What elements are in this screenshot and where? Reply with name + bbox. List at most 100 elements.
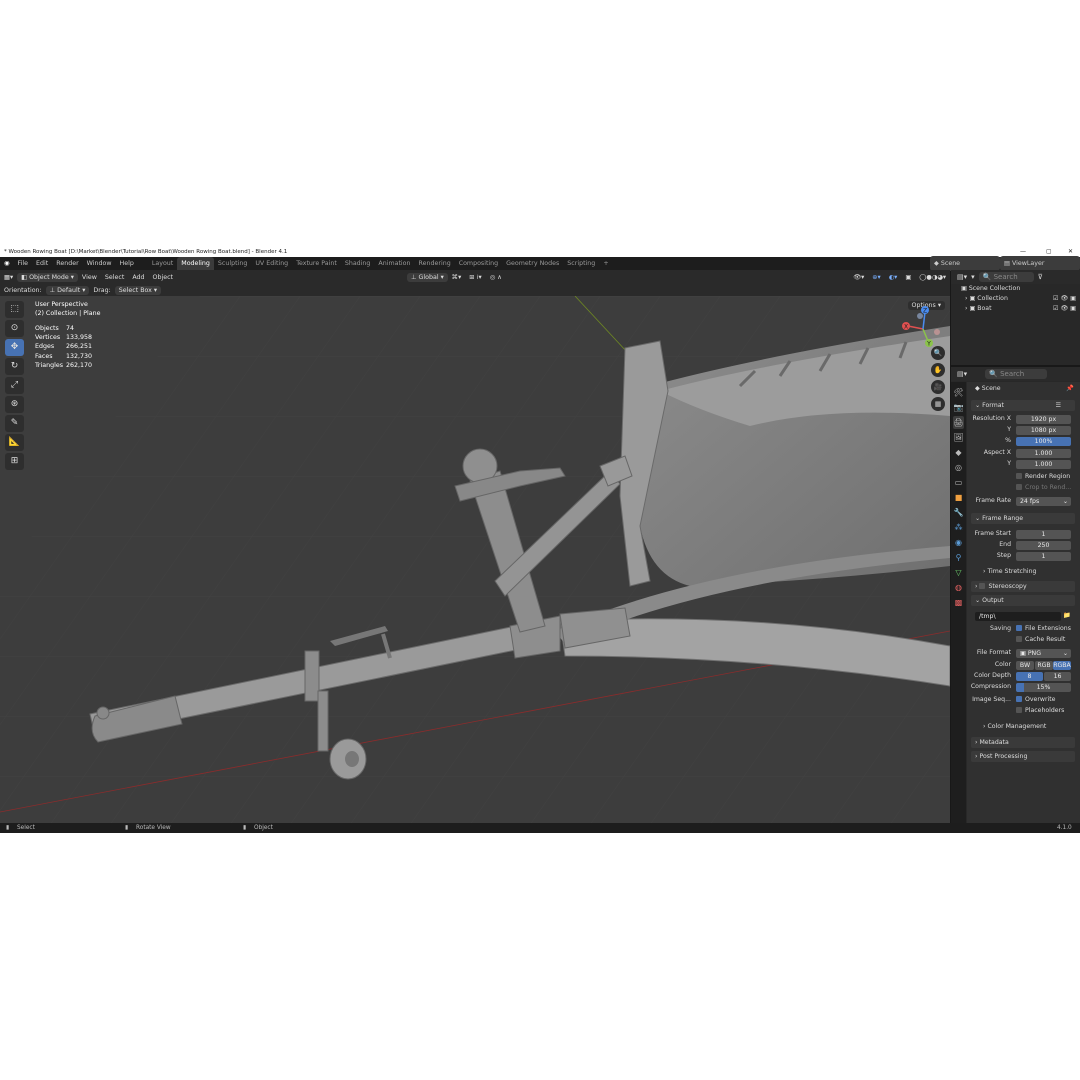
visibility-toggle-icon[interactable]: ☑ 👁 ▣ xyxy=(1053,294,1076,304)
transform-tool-icon[interactable]: ⊛ xyxy=(5,396,24,413)
pan-hand-icon[interactable]: ✋ xyxy=(931,363,945,377)
overlay-toggle-icon[interactable]: ◐▾ xyxy=(885,274,902,281)
depth-8-option[interactable]: 8 xyxy=(1016,671,1043,681)
menu-object[interactable]: Object xyxy=(149,274,178,281)
pin-icon[interactable]: 📌 xyxy=(1066,384,1074,394)
tab-shading[interactable]: Shading xyxy=(341,257,375,270)
cursor-tool-icon[interactable]: ⊙ xyxy=(5,320,24,337)
tab-compositing[interactable]: Compositing xyxy=(455,257,502,270)
constraints-tab-icon[interactable]: ⚲ xyxy=(953,551,964,564)
resolution-y-field[interactable]: 1080 px xyxy=(1016,425,1071,435)
add-cube-tool-icon[interactable]: ⊞ xyxy=(5,453,24,470)
frame-range-panel-header[interactable]: ⌄ Frame Range xyxy=(971,513,1075,524)
frame-step-field[interactable]: 1 xyxy=(1016,551,1071,561)
post-processing-panel-header[interactable]: › Post Processing xyxy=(971,751,1075,762)
move-tool-icon[interactable]: ✥ xyxy=(5,339,24,356)
snap-icon[interactable]: ⊞ ⁞▾ xyxy=(465,274,485,281)
menu-view[interactable]: View xyxy=(78,274,101,281)
scale-tool-icon[interactable]: ⤢ xyxy=(5,377,24,394)
menu-add[interactable]: Add xyxy=(128,274,148,281)
properties-editor-icon[interactable]: ▤▾ xyxy=(957,370,967,378)
frame-start-field[interactable]: 1 xyxy=(1016,529,1071,539)
menu-window[interactable]: Window xyxy=(83,257,116,270)
cache-result-checkbox[interactable]: Cache Result xyxy=(967,635,1080,645)
file-format-dropdown[interactable]: ▣ PNG ⌄ xyxy=(1016,648,1071,658)
rotate-tool-icon[interactable]: ↻ xyxy=(5,358,24,375)
add-workspace-button[interactable]: + xyxy=(599,257,612,270)
aspect-y-field[interactable]: 1.000 xyxy=(1016,459,1071,469)
stereoscopy-panel-header[interactable]: › Stereoscopy xyxy=(971,581,1075,592)
depth-16-option[interactable]: 16 xyxy=(1044,671,1071,681)
mode-selector[interactable]: ◧ Object Mode ▾ xyxy=(17,272,78,282)
outliner-row-boat[interactable]: › ▣ Boat ☑ 👁 ▣ xyxy=(951,304,1080,314)
view-layer-tab-icon[interactable]: 🖼 xyxy=(953,431,964,444)
frame-end-field[interactable]: 250 xyxy=(1016,540,1071,550)
aspect-x-field[interactable]: 1.000 xyxy=(1016,448,1071,458)
drag-dropdown[interactable]: Select Box ▾ xyxy=(114,285,162,295)
world-tab-icon[interactable]: ◎ xyxy=(953,461,964,474)
tab-texture-paint[interactable]: Texture Paint xyxy=(292,257,341,270)
tab-sculpting[interactable]: Sculpting xyxy=(214,257,251,270)
color-bw-option[interactable]: BW xyxy=(1016,660,1034,670)
folder-icon[interactable]: 📁 xyxy=(1063,611,1071,621)
compression-slider[interactable]: 15% xyxy=(1016,682,1071,692)
xray-icon[interactable]: ▣ xyxy=(901,274,915,281)
file-extensions-checkbox[interactable]: Saving File Extensions xyxy=(967,624,1080,634)
menu-file[interactable]: File xyxy=(14,257,33,270)
tab-modeling[interactable]: Modeling xyxy=(177,257,214,270)
render-tab-icon[interactable]: 📷 xyxy=(953,401,964,414)
presets-icon[interactable]: ☰ xyxy=(1055,400,1061,411)
texture-tab-icon[interactable]: ▩ xyxy=(953,596,964,609)
blender-logo-icon[interactable]: ◉ xyxy=(0,257,14,270)
output-tab-icon[interactable]: 🖨 xyxy=(953,416,964,429)
tab-geometry-nodes[interactable]: Geometry Nodes xyxy=(502,257,563,270)
outliner-row-scene-collection[interactable]: ▣ Scene Collection xyxy=(951,284,1080,294)
placeholders-checkbox[interactable]: Placeholders xyxy=(967,706,1080,716)
measure-tool-icon[interactable]: 📐 xyxy=(5,434,24,451)
crop-checkbox[interactable]: Crop to Rend... xyxy=(967,483,1080,493)
modifier-tab-icon[interactable]: 🔧 xyxy=(953,506,964,519)
viewlayer-selector[interactable]: ▤ ViewLayer xyxy=(1000,256,1080,271)
output-path-field[interactable]: /tmp\ xyxy=(975,611,1061,621)
resolution-x-field[interactable]: 1920 px xyxy=(1016,414,1071,424)
render-region-checkbox[interactable]: Render Region xyxy=(967,472,1080,482)
transform-orientation[interactable]: ⊥ Global ▾ xyxy=(407,272,448,282)
properties-search[interactable]: 🔍 Search xyxy=(985,369,1048,379)
orientation-dropdown[interactable]: ⊥ Default ▾ xyxy=(45,285,90,295)
physics-tab-icon[interactable]: ◉ xyxy=(953,536,964,549)
zoom-icon[interactable]: 🔍 xyxy=(931,346,945,360)
material-tab-icon[interactable]: ◍ xyxy=(953,581,964,594)
menu-select[interactable]: Select xyxy=(101,274,128,281)
menu-render[interactable]: Render xyxy=(52,257,82,270)
shading-modes-icon[interactable]: ◯●◑◕▾ xyxy=(915,274,950,281)
tab-animation[interactable]: Animation xyxy=(374,257,414,270)
visibility-toggle-icon[interactable]: ☑ 👁 ▣ xyxy=(1053,304,1076,314)
tool-tab-icon[interactable]: 🛠 xyxy=(953,386,964,399)
tab-uv-editing[interactable]: UV Editing xyxy=(251,257,292,270)
ortho-toggle-icon[interactable]: ▦ xyxy=(931,397,945,411)
resolution-percent-field[interactable]: 100% xyxy=(1016,436,1071,446)
editor-type-icon[interactable]: ▦▾ xyxy=(0,274,17,281)
tab-layout[interactable]: Layout xyxy=(148,257,177,270)
menu-help[interactable]: Help xyxy=(116,257,138,270)
menu-edit[interactable]: Edit xyxy=(32,257,52,270)
color-rgb-option[interactable]: RGB xyxy=(1035,660,1053,670)
3d-viewport[interactable]: ⬚ ⊙ ✥ ↻ ⤢ ⊛ ✎ 📐 ⊞ User Perspective (2) C… xyxy=(0,296,950,823)
time-stretching-subpanel[interactable]: › Time Stretching xyxy=(967,567,1080,577)
output-panel-header[interactable]: ⌄ Output xyxy=(971,595,1075,606)
collection-tab-icon[interactable]: ▭ xyxy=(953,476,964,489)
select-box-tool-icon[interactable]: ⬚ xyxy=(5,301,24,318)
outliner-row-collection[interactable]: › ▣ Collection ☑ 👁 ▣ xyxy=(951,294,1080,304)
tab-rendering[interactable]: Rendering xyxy=(415,257,455,270)
filter-icon[interactable]: ▾ xyxy=(971,273,975,281)
scene-selector[interactable]: ◆ Scene xyxy=(930,256,1000,271)
outliner-search[interactable]: 🔍 Search xyxy=(978,272,1034,282)
scene-tab-icon[interactable]: ◆ xyxy=(953,446,964,459)
annotate-tool-icon[interactable]: ✎ xyxy=(5,415,24,432)
metadata-panel-header[interactable]: › Metadata xyxy=(971,737,1075,748)
overwrite-checkbox[interactable]: Image Seq... Overwrite xyxy=(967,695,1080,705)
gizmo-toggle-icon[interactable]: ⊕▾ xyxy=(868,274,884,281)
proportional-icon[interactable]: ◎ ∧ xyxy=(486,274,506,281)
funnel-icon[interactable]: ⊽ xyxy=(1038,273,1043,281)
frame-rate-dropdown[interactable]: 24 fps ⌄ xyxy=(1016,496,1071,506)
